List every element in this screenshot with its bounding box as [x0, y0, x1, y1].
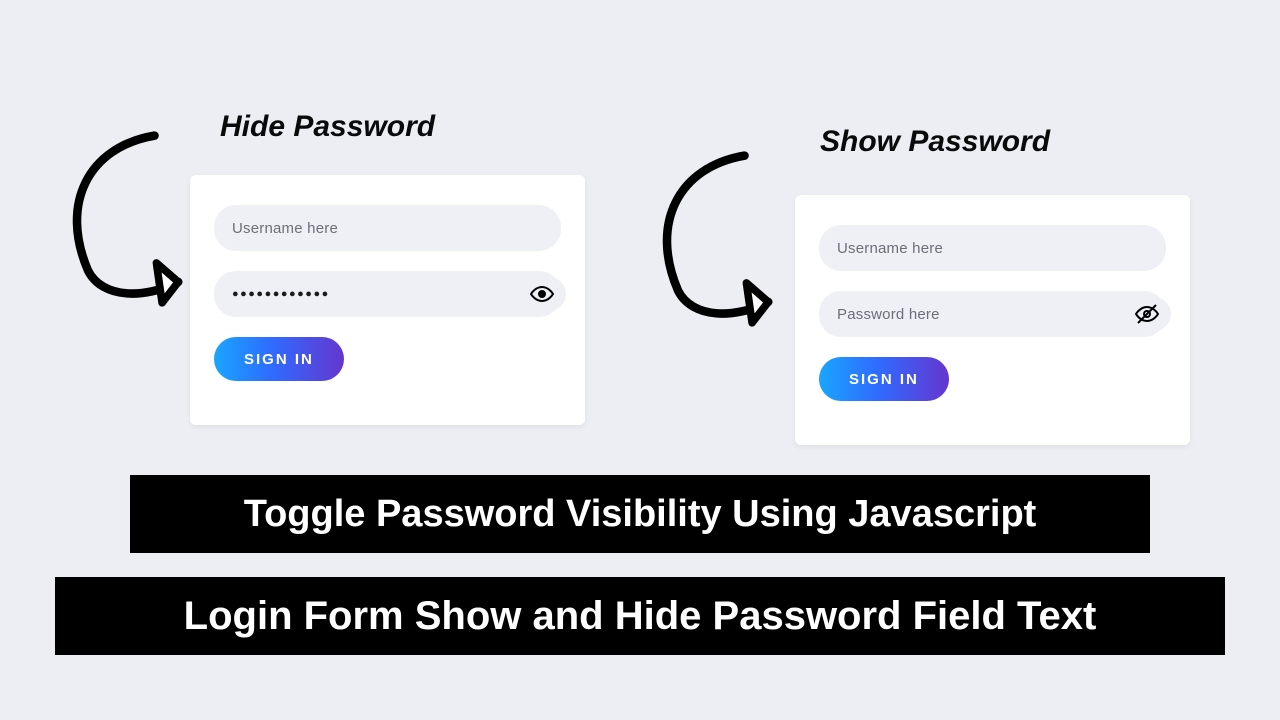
banner-title-1: Toggle Password Visibility Using Javascr…	[130, 475, 1150, 553]
password-masked-value[interactable]: ●●●●●●●●●●●●	[232, 288, 330, 300]
password-field-wrapper: ●●●●●●●●●●●●	[214, 271, 561, 317]
username-input[interactable]	[837, 240, 1148, 257]
login-card-shown: SIGN IN	[795, 195, 1190, 445]
signin-button[interactable]: SIGN IN	[819, 357, 949, 401]
username-field-wrapper	[819, 225, 1166, 271]
eye-off-icon[interactable]	[1123, 297, 1171, 331]
signin-button[interactable]: SIGN IN	[214, 337, 344, 381]
password-field-wrapper	[819, 291, 1166, 337]
login-card-hidden: ●●●●●●●●●●●● SIGN IN	[190, 175, 585, 425]
username-field-wrapper	[214, 205, 561, 251]
username-input[interactable]	[232, 220, 543, 237]
heading-hide-password: Hide Password	[220, 110, 435, 144]
password-input[interactable]	[837, 306, 1148, 323]
banner-title-2: Login Form Show and Hide Password Field …	[55, 577, 1225, 655]
eye-icon[interactable]	[518, 277, 566, 311]
heading-show-password: Show Password	[820, 125, 1050, 159]
